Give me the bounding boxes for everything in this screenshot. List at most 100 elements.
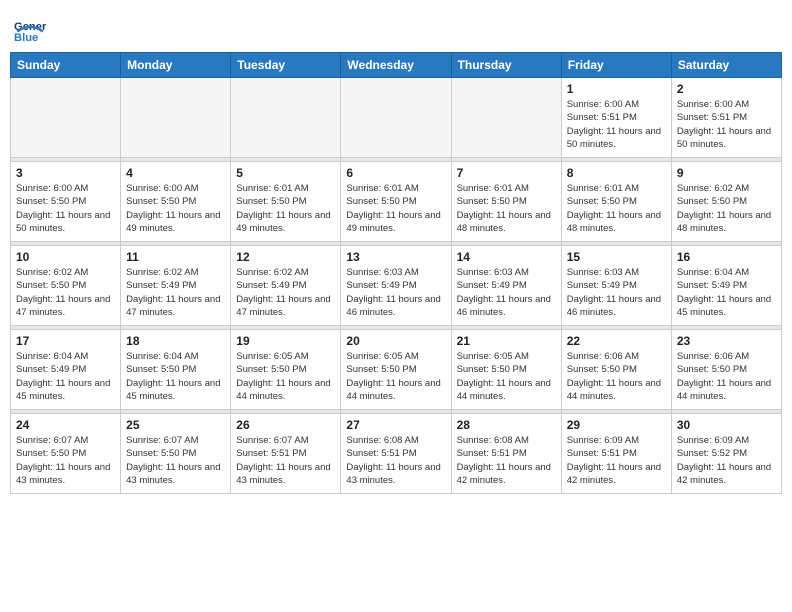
day-number: 27 [346,418,445,432]
calendar-cell: 15Sunrise: 6:03 AMSunset: 5:49 PMDayligh… [561,246,671,326]
day-number: 16 [677,250,776,264]
calendar-cell: 9 Sunrise: 6:02 AMSunset: 5:50 PMDaylight… [671,162,781,242]
day-number: 19 [236,334,335,348]
calendar-cell: 18 Sunrise: 6:04 AMSunset: 5:50 PMDayligh… [121,330,231,410]
day-number: 26 [236,418,335,432]
day-number: 22 [567,334,666,348]
page-header: General Blue [10,10,782,46]
calendar-cell: 4 Sunrise: 6:00 AMSunset: 5:50 PMDaylight… [121,162,231,242]
calendar-cell: 3 Sunrise: 6:00 AMSunset: 5:50 PMDaylight… [11,162,121,242]
calendar-cell: 28Sunrise: 6:08 AMSunset: 5:51 PMDayligh… [451,414,561,494]
calendar-cell: 19 Sunrise: 6:05 AMSunset: 5:50 PMDayligh… [231,330,341,410]
calendar-cell: 10 Sunrise: 6:02 AMSunset: 5:50 PMDayligh… [11,246,121,326]
day-info: Sunrise: 6:06 AMSunset: 5:50 PMDaylight:… [567,350,666,403]
calendar-cell: 29 Sunrise: 6:09 AMSunset: 5:51 PMDayligh… [561,414,671,494]
day-info: Sunrise: 6:01 AMSunset: 5:50 PMDaylight:… [567,182,666,235]
calendar-header-row: SundayMondayTuesdayWednesdayThursdayFrid… [11,53,782,78]
calendar-cell: 27Sunrise: 6:08 AMSunset: 5:51 PMDayligh… [341,414,451,494]
header-saturday: Saturday [671,53,781,78]
day-number: 18 [126,334,225,348]
day-info: Sunrise: 6:07 AMSunset: 5:50 PMDaylight:… [126,434,225,487]
day-info: Sunrise: 6:00 AMSunset: 5:51 PMDaylight:… [677,98,776,151]
calendar-cell: 25 Sunrise: 6:07 AMSunset: 5:50 PMDayligh… [121,414,231,494]
day-number: 11 [126,250,225,264]
header-wednesday: Wednesday [341,53,451,78]
calendar-cell [451,78,561,158]
calendar-cell: 6Sunrise: 6:01 AMSunset: 5:50 PMDaylight… [341,162,451,242]
day-info: Sunrise: 6:09 AMSunset: 5:52 PMDaylight:… [677,434,776,487]
day-info: Sunrise: 6:02 AMSunset: 5:49 PMDaylight:… [126,266,225,319]
day-number: 13 [346,250,445,264]
day-number: 10 [16,250,115,264]
day-info: Sunrise: 6:05 AMSunset: 5:50 PMDaylight:… [236,350,335,403]
day-number: 7 [457,166,556,180]
day-info: Sunrise: 6:03 AMSunset: 5:49 PMDaylight:… [457,266,556,319]
day-info: Sunrise: 6:05 AMSunset: 5:50 PMDaylight:… [457,350,556,403]
calendar-cell: 17 Sunrise: 6:04 AMSunset: 5:49 PMDayligh… [11,330,121,410]
calendar-cell: 11 Sunrise: 6:02 AMSunset: 5:49 PMDayligh… [121,246,231,326]
day-number: 25 [126,418,225,432]
day-number: 1 [567,82,666,96]
calendar-cell: 16 Sunrise: 6:04 AMSunset: 5:49 PMDayligh… [671,246,781,326]
day-number: 15 [567,250,666,264]
header-monday: Monday [121,53,231,78]
day-info: Sunrise: 6:02 AMSunset: 5:50 PMDaylight:… [16,266,115,319]
calendar-cell [121,78,231,158]
day-number: 4 [126,166,225,180]
week-row-1: 1 Sunrise: 6:00 AMSunset: 5:51 PMDaylight… [11,78,782,158]
day-number: 30 [677,418,776,432]
calendar-cell: 30 Sunrise: 6:09 AMSunset: 5:52 PMDayligh… [671,414,781,494]
calendar-cell: 26 Sunrise: 6:07 AMSunset: 5:51 PMDayligh… [231,414,341,494]
header-thursday: Thursday [451,53,561,78]
day-number: 5 [236,166,335,180]
day-number: 21 [457,334,556,348]
day-number: 17 [16,334,115,348]
calendar-cell: 22 Sunrise: 6:06 AMSunset: 5:50 PMDayligh… [561,330,671,410]
day-info: Sunrise: 6:04 AMSunset: 5:49 PMDaylight:… [677,266,776,319]
day-number: 20 [346,334,445,348]
day-number: 6 [346,166,445,180]
day-number: 3 [16,166,115,180]
day-info: Sunrise: 6:00 AMSunset: 5:50 PMDaylight:… [126,182,225,235]
calendar-cell: 23 Sunrise: 6:06 AMSunset: 5:50 PMDayligh… [671,330,781,410]
calendar-cell [11,78,121,158]
day-number: 9 [677,166,776,180]
day-info: Sunrise: 6:01 AMSunset: 5:50 PMDaylight:… [457,182,556,235]
week-row-3: 10 Sunrise: 6:02 AMSunset: 5:50 PMDayligh… [11,246,782,326]
week-row-4: 17 Sunrise: 6:04 AMSunset: 5:49 PMDayligh… [11,330,782,410]
calendar-cell [231,78,341,158]
day-info: Sunrise: 6:06 AMSunset: 5:50 PMDaylight:… [677,350,776,403]
calendar-cell: 7 Sunrise: 6:01 AMSunset: 5:50 PMDaylight… [451,162,561,242]
day-info: Sunrise: 6:02 AMSunset: 5:49 PMDaylight:… [236,266,335,319]
header-friday: Friday [561,53,671,78]
day-number: 29 [567,418,666,432]
calendar-cell: 13Sunrise: 6:03 AMSunset: 5:49 PMDayligh… [341,246,451,326]
day-info: Sunrise: 6:01 AMSunset: 5:50 PMDaylight:… [236,182,335,235]
day-info: Sunrise: 6:09 AMSunset: 5:51 PMDaylight:… [567,434,666,487]
day-number: 12 [236,250,335,264]
day-info: Sunrise: 6:07 AMSunset: 5:51 PMDaylight:… [236,434,335,487]
day-info: Sunrise: 6:00 AMSunset: 5:51 PMDaylight:… [567,98,666,151]
header-sunday: Sunday [11,53,121,78]
week-row-5: 24 Sunrise: 6:07 AMSunset: 5:50 PMDayligh… [11,414,782,494]
day-number: 23 [677,334,776,348]
day-info: Sunrise: 6:04 AMSunset: 5:49 PMDaylight:… [16,350,115,403]
week-row-2: 3 Sunrise: 6:00 AMSunset: 5:50 PMDaylight… [11,162,782,242]
header-tuesday: Tuesday [231,53,341,78]
day-info: Sunrise: 6:02 AMSunset: 5:50 PMDaylight:… [677,182,776,235]
calendar-cell: 14 Sunrise: 6:03 AMSunset: 5:49 PMDayligh… [451,246,561,326]
svg-text:Blue: Blue [14,32,38,44]
day-info: Sunrise: 6:04 AMSunset: 5:50 PMDaylight:… [126,350,225,403]
day-info: Sunrise: 6:00 AMSunset: 5:50 PMDaylight:… [16,182,115,235]
calendar-cell: 12 Sunrise: 6:02 AMSunset: 5:49 PMDayligh… [231,246,341,326]
calendar-cell: 8Sunrise: 6:01 AMSunset: 5:50 PMDaylight… [561,162,671,242]
calendar-cell [341,78,451,158]
calendar-cell: 21 Sunrise: 6:05 AMSunset: 5:50 PMDayligh… [451,330,561,410]
logo: General Blue [14,14,50,46]
calendar-cell: 24 Sunrise: 6:07 AMSunset: 5:50 PMDayligh… [11,414,121,494]
calendar-cell: 20Sunrise: 6:05 AMSunset: 5:50 PMDayligh… [341,330,451,410]
day-number: 24 [16,418,115,432]
day-number: 14 [457,250,556,264]
day-number: 2 [677,82,776,96]
day-info: Sunrise: 6:07 AMSunset: 5:50 PMDaylight:… [16,434,115,487]
